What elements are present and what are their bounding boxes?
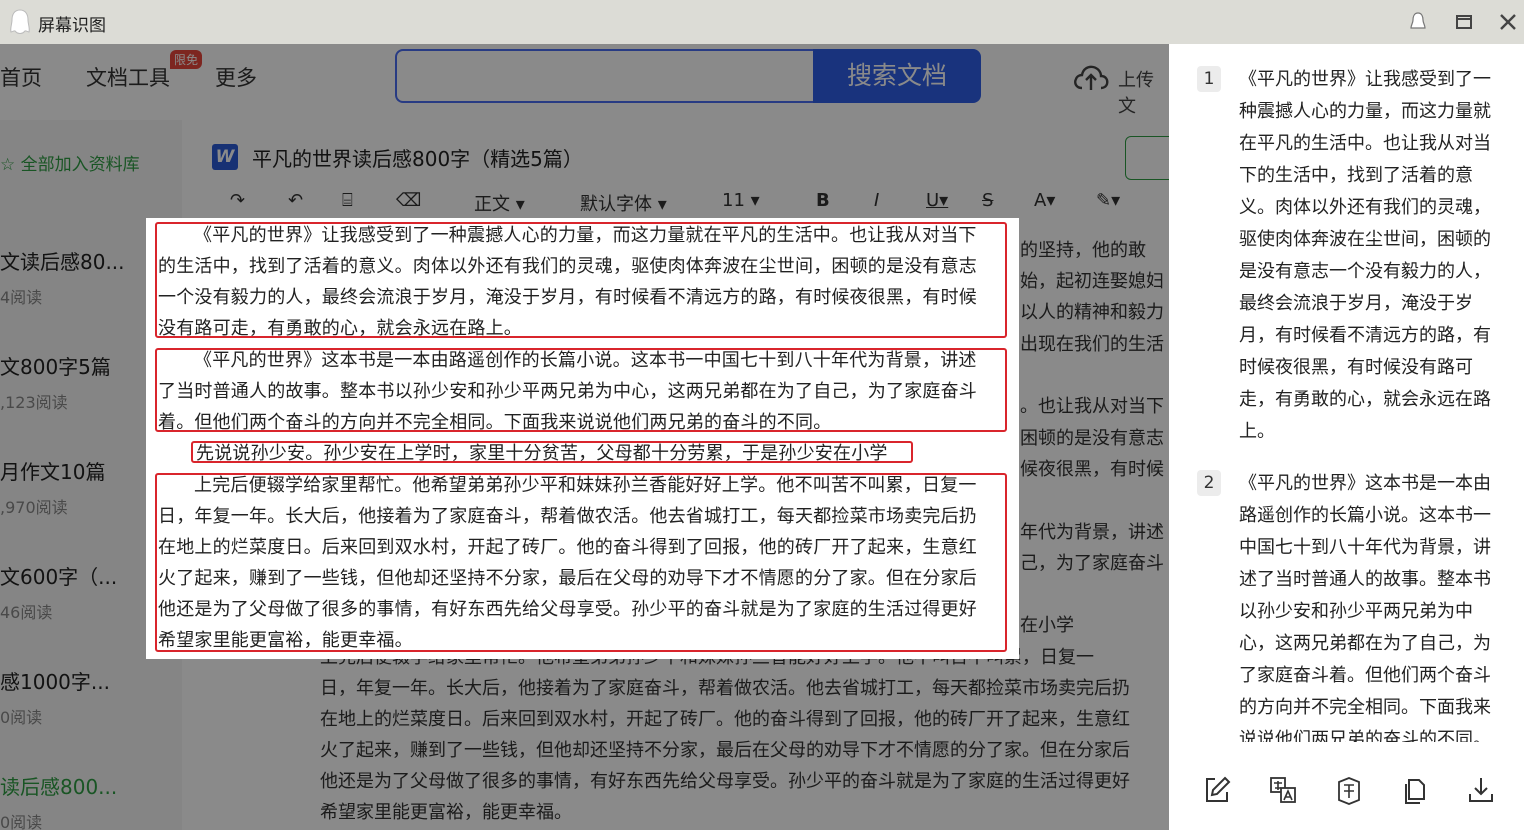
translate-icon[interactable] <box>1267 774 1299 806</box>
ocr-text-block-box[interactable] <box>191 441 913 463</box>
result-number: 1 <box>1197 66 1221 92</box>
result-item[interactable]: 1 《平凡的世界》让我感受到了一种震撼人心的力量，而这力量就在平凡的生活中。也让… <box>1197 64 1497 444</box>
app-logo-icon <box>10 9 30 34</box>
ocr-result-panel: 1 《平凡的世界》让我感受到了一种震撼人心的力量，而这力量就在平凡的生活中。也让… <box>1169 44 1524 830</box>
ocr-text-block-box[interactable] <box>155 348 1007 432</box>
copy-icon[interactable] <box>1399 774 1431 806</box>
result-number: 2 <box>1197 470 1221 496</box>
result-toolbar <box>1169 760 1524 820</box>
result-text[interactable]: 《平凡的世界》这本书是一本由路遥创作的长篇小说。这本书一中国七十到八十年代为背景… <box>1239 468 1495 742</box>
edit-icon[interactable] <box>1201 774 1233 806</box>
maximize-icon[interactable] <box>1452 10 1476 34</box>
result-text[interactable]: 《平凡的世界》让我感受到了一种震撼人心的力量，而这力量就在平凡的生活中。也让我从… <box>1239 64 1495 448</box>
close-icon[interactable] <box>1496 10 1520 34</box>
result-list[interactable]: 1 《平凡的世界》让我感受到了一种震撼人心的力量，而这力量就在平凡的生活中。也让… <box>1169 44 1524 742</box>
ocr-text-block-box[interactable] <box>155 473 1007 652</box>
pin-icon[interactable] <box>1406 10 1430 34</box>
ocr-text-block-box[interactable] <box>155 222 1007 338</box>
captured-region[interactable]: 《平凡的世界》让我感受到了一种震撼人心的力量，而这力量就在平凡的生活中。也让我从… <box>146 218 1019 659</box>
title-bar: 屏幕识图 <box>0 0 1524 44</box>
result-item[interactable]: 2 《平凡的世界》这本书是一本由路遥创作的长篇小说。这本书一中国七十到八十年代为… <box>1197 468 1497 742</box>
window-title: 屏幕识图 <box>38 16 106 36</box>
text-extract-icon[interactable] <box>1333 774 1365 806</box>
download-icon[interactable] <box>1465 774 1497 806</box>
